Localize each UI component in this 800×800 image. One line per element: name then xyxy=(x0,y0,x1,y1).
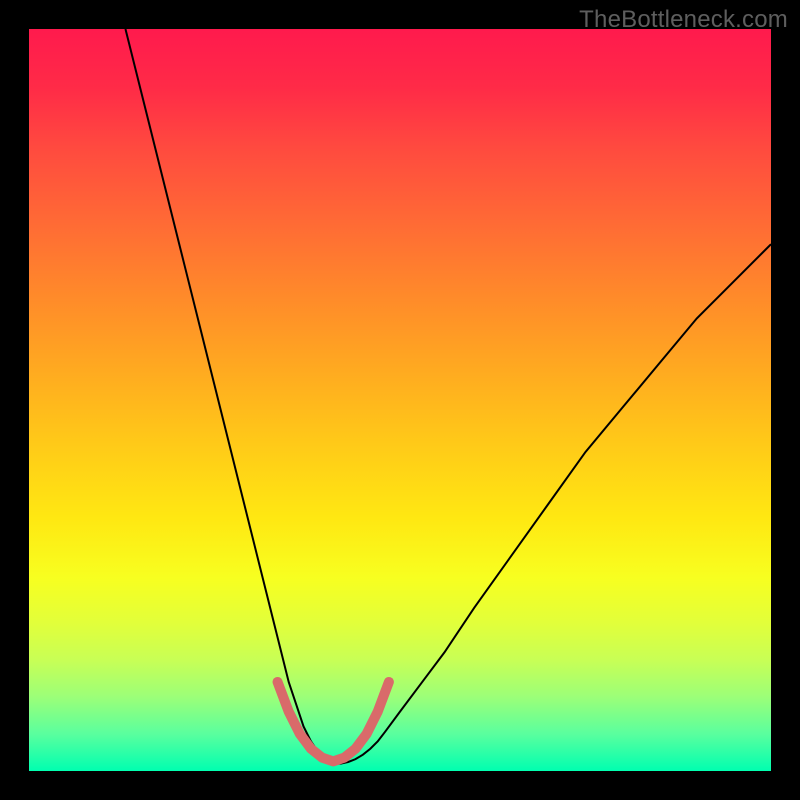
pink-bracket xyxy=(278,682,389,761)
black-curve xyxy=(125,29,771,764)
plot-area xyxy=(29,29,771,771)
curve-layer xyxy=(29,29,771,771)
watermark-text: TheBottleneck.com xyxy=(579,6,788,34)
chart-frame: TheBottleneck.com xyxy=(0,0,800,800)
